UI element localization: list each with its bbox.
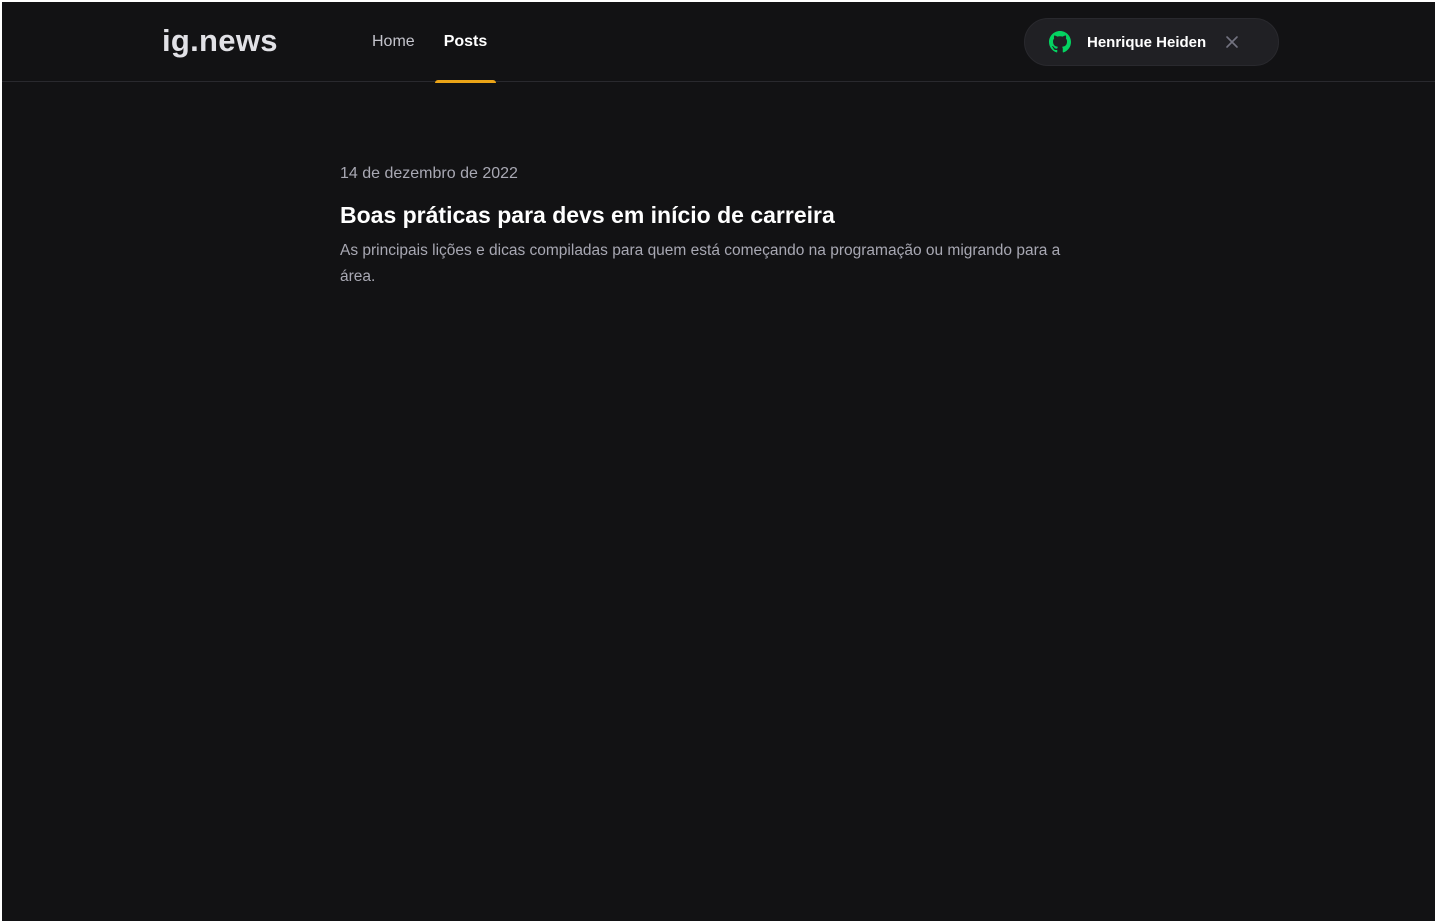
posts-list: 14 de dezembro de 2022 Boas práticas par…	[340, 162, 1080, 290]
main-nav: Home Posts	[352, 2, 497, 83]
post-excerpt: As principais lições e dicas compiladas …	[340, 242, 1061, 285]
github-icon	[1049, 31, 1071, 53]
site-header: ig.news Home Posts Henrique Heiden	[2, 2, 1435, 83]
signin-github-button[interactable]: Henrique Heiden	[1024, 18, 1279, 66]
nav-link-home[interactable]: Home	[352, 2, 435, 82]
logo[interactable]: ig.news	[162, 23, 278, 59]
user-name: Henrique Heiden	[1087, 33, 1207, 51]
post-item[interactable]: 14 de dezembro de 2022 Boas práticas par…	[340, 162, 1080, 290]
post-date: 14 de dezembro de 2022	[340, 165, 518, 182]
nav-link-posts[interactable]: Posts	[434, 2, 497, 83]
page-frame: ig.news Home Posts Henrique Heiden 14 de…	[0, 0, 1437, 923]
close-icon[interactable]	[1224, 34, 1240, 50]
post-title[interactable]: Boas práticas para devs em início de car…	[340, 200, 1080, 230]
